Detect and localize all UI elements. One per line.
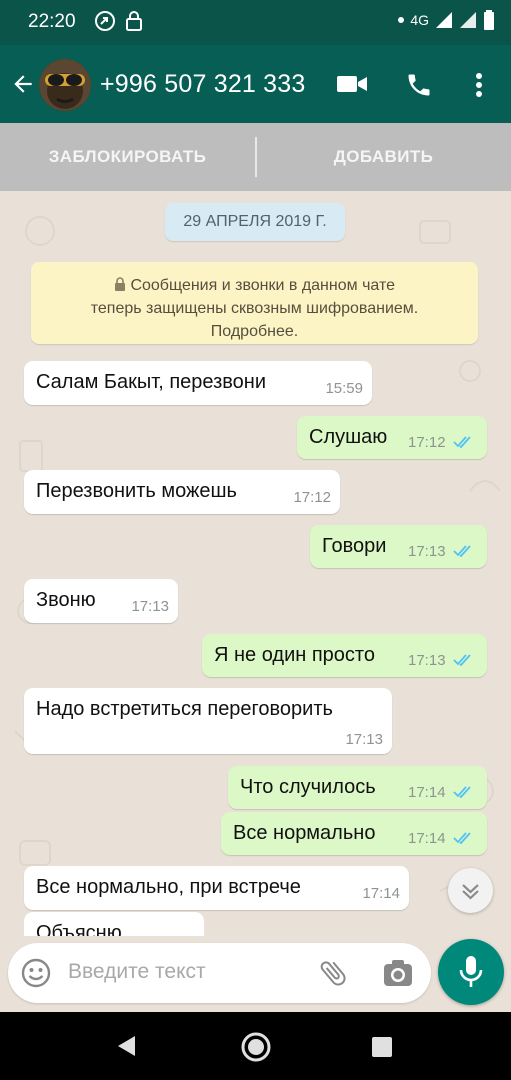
emoji-icon[interactable] xyxy=(21,958,51,988)
message-time: 17:14 xyxy=(362,885,400,902)
message-incoming[interactable]: Объясню xyxy=(24,912,204,936)
message-text: Надо встретиться переговорить xyxy=(36,698,333,720)
add-contact-button[interactable]: ДОБАВИТЬ xyxy=(256,123,511,191)
network-type: 4G xyxy=(410,12,429,28)
encryption-notice[interactable]: Сообщения и звонки в данном чате теперь … xyxy=(31,262,478,344)
block-button[interactable]: ЗАБЛОКИРОВАТЬ xyxy=(0,123,255,191)
message-text: Перезвонить можешь xyxy=(36,480,237,502)
video-call-icon[interactable] xyxy=(336,71,368,97)
message-input[interactable]: Введите текст xyxy=(68,960,206,984)
avatar[interactable] xyxy=(39,59,91,111)
message-incoming[interactable]: Перезвонить можешь 17:12 xyxy=(24,470,340,514)
read-ticks-icon xyxy=(453,436,471,448)
message-incoming[interactable]: Салам Бакыт, перезвони 15:59 xyxy=(24,361,372,405)
message-input-bar[interactable]: Введите текст xyxy=(8,943,431,1003)
notification-dot-icon xyxy=(398,17,405,23)
message-outgoing[interactable]: Говори 17:13 xyxy=(310,525,487,568)
message-time: 17:12 xyxy=(293,489,331,506)
read-ticks-icon xyxy=(453,654,471,666)
lock-status-icon xyxy=(126,11,142,31)
lock-icon xyxy=(114,277,125,291)
read-ticks-icon xyxy=(453,545,471,557)
message-time: 17:13 xyxy=(408,652,446,669)
voice-message-button[interactable] xyxy=(438,939,504,1005)
status-indicators: 4G xyxy=(398,10,495,30)
date-chip: 29 АПРЕЛЯ 2019 Г. xyxy=(165,203,345,241)
message-incoming[interactable]: Все нормально, при встрече 17:14 xyxy=(24,866,409,910)
message-time: 17:13 xyxy=(408,543,446,560)
back-arrow-icon[interactable] xyxy=(10,71,36,97)
message-clip: Объясню xyxy=(24,912,204,936)
message-outgoing[interactable]: Что случилось 17:14 xyxy=(228,766,487,809)
message-text: Объясню xyxy=(36,922,122,936)
unknown-contact-actions: ЗАБЛОКИРОВАТЬ ДОБАВИТЬ xyxy=(0,123,511,191)
chat-header: +996 507 321 333 xyxy=(0,45,511,123)
message-incoming[interactable]: Звоню 17:13 xyxy=(24,579,178,623)
signal-icon xyxy=(436,12,452,28)
read-ticks-icon xyxy=(453,832,471,844)
message-text: Все нормально, при встрече xyxy=(36,876,301,898)
system-nav-bar xyxy=(0,1012,511,1080)
phone-icon[interactable] xyxy=(405,71,433,99)
message-outgoing[interactable]: Я не один просто 17:13 xyxy=(202,634,487,677)
message-time: 17:13 xyxy=(131,598,169,615)
mic-icon xyxy=(459,956,483,987)
nav-back-icon[interactable] xyxy=(115,1034,137,1058)
message-text: Говори xyxy=(322,535,387,557)
status-bar: 22:20 4G xyxy=(0,0,511,45)
battery-icon xyxy=(484,10,494,30)
signal-2-icon xyxy=(460,12,476,28)
message-time: 15:59 xyxy=(325,380,363,397)
message-text: Салам Бакыт, перезвони xyxy=(36,371,266,393)
scroll-to-bottom-button[interactable] xyxy=(448,868,493,913)
scroll-down-icon xyxy=(462,884,479,900)
message-time: 17:12 xyxy=(408,434,446,451)
call-status-icon xyxy=(95,11,115,31)
avatar-image xyxy=(39,59,91,111)
message-text: Я не один просто xyxy=(214,644,375,666)
nav-recents-icon[interactable] xyxy=(371,1036,393,1058)
message-time: 17:13 xyxy=(345,731,383,748)
message-time: 17:14 xyxy=(408,830,446,847)
message-text: Звоню xyxy=(36,589,96,611)
message-outgoing[interactable]: Слушаю 17:12 xyxy=(297,416,487,459)
message-text: Слушаю xyxy=(309,426,388,448)
message-incoming[interactable]: Надо встретиться переговорить 17:13 xyxy=(24,688,392,754)
message-text: Все нормально xyxy=(233,822,376,844)
nav-home-icon[interactable] xyxy=(240,1031,272,1063)
encryption-notice-line: Подробнее. xyxy=(210,323,299,340)
more-vert-icon[interactable] xyxy=(472,71,486,99)
camera-icon[interactable] xyxy=(383,959,413,987)
message-time: 17:14 xyxy=(408,784,446,801)
attach-icon[interactable] xyxy=(317,957,349,989)
message-outgoing[interactable]: Все нормально 17:14 xyxy=(221,812,487,855)
encryption-notice-line: Сообщения и звонки в данном чате xyxy=(31,274,478,297)
read-ticks-icon xyxy=(453,786,471,798)
message-text: Что случилось xyxy=(240,776,376,798)
contact-title[interactable]: +996 507 321 333 xyxy=(100,70,305,99)
status-time: 22:20 xyxy=(28,11,76,32)
encryption-notice-line: теперь защищены сквозным шифрованием. xyxy=(90,300,419,317)
